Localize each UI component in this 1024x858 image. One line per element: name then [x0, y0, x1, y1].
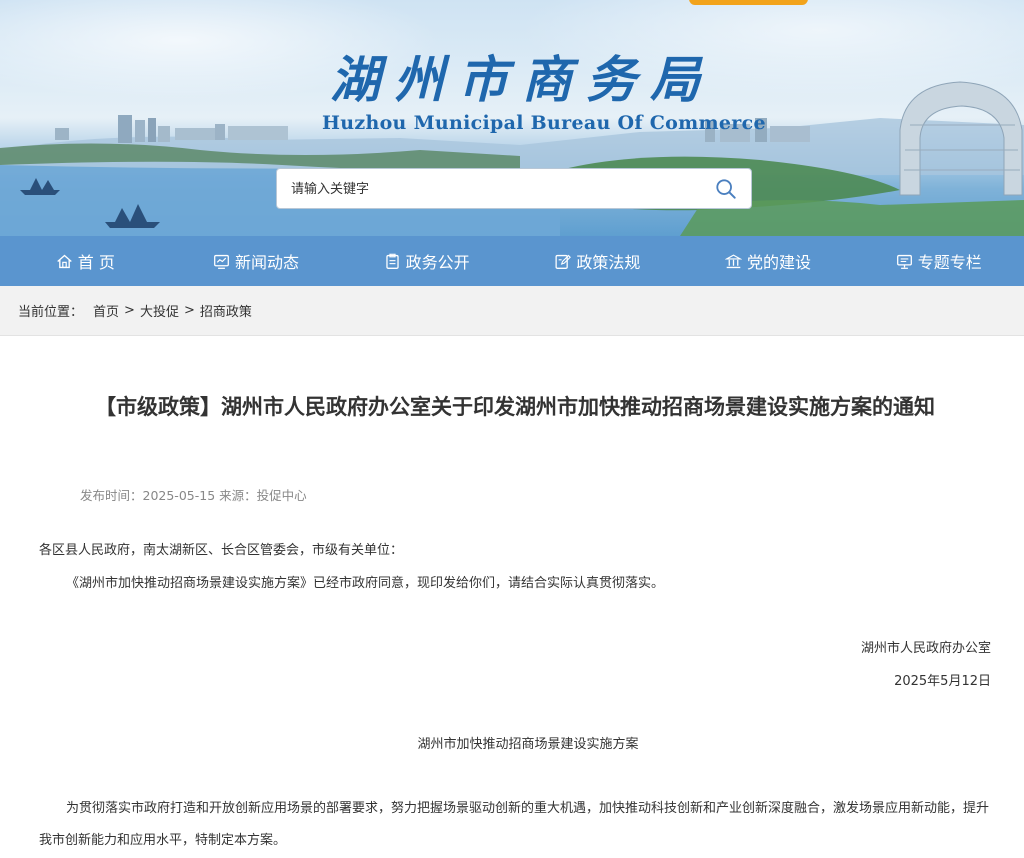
article-greeting: 各区县人民政府，南太湖新区、长合区管委会，市级有关单位： [39, 543, 404, 558]
search-icon[interactable] [715, 178, 737, 200]
search-input[interactable] [289, 169, 693, 210]
article-title: 【市级政策】湖州市人民政府办公室关于印发湖州市加快推动招商场景建设实施方案的通知 [95, 395, 935, 419]
clipboard-icon [386, 253, 399, 269]
breadcrumb: 当前位置： 首页 > 大投促 > 招商政策 [0, 286, 1024, 336]
search-box [276, 168, 752, 210]
nav-item-special[interactable]: 专题专栏 [853, 236, 1024, 286]
nav-item-party[interactable]: 党的建设 [683, 236, 854, 286]
article-date: 2025年5月12日 [894, 674, 991, 689]
breadcrumb-separator: > [183, 303, 195, 318]
article-body-paragraph: 为贯彻落实市政府打造和开放创新应用场景的部署要求，努力把握场景驱动创新的重大机遇… [66, 801, 990, 816]
nav-label: 新闻动态 [235, 253, 300, 272]
site-subtitle: Huzhou Municipal Bureau Of Commerce [322, 112, 766, 134]
breadcrumb-item-policy[interactable]: 招商政策 [200, 301, 252, 320]
breadcrumb-item-investment[interactable]: 大投促 [140, 301, 179, 320]
article-body-paragraph: 我市创新能力和应用水平，特制定本方案。 [39, 833, 287, 848]
nav-label: 首 页 [77, 253, 115, 272]
nav-item-news[interactable]: 新闻动态 [171, 236, 342, 286]
edit-icon [555, 254, 572, 269]
nav-label: 政策法规 [576, 253, 641, 272]
article-body-paragraph: 《湖州市加快推动招商场景建设实施方案》已经市政府同意，现印发给你们，请结合实际认… [66, 576, 665, 591]
nav-item-home[interactable]: 首 页 [0, 236, 171, 286]
building-icon [725, 253, 743, 268]
article-signature: 湖州市人民政府办公室 [860, 641, 991, 656]
site-title: 湖州市商务局 [330, 50, 714, 109]
article-subtitle: 湖州市加快推动招商场景建设实施方案 [417, 737, 639, 752]
nav-label: 党的建设 [747, 253, 812, 272]
nav-item-gov-affairs[interactable]: 政务公开 [341, 236, 512, 286]
nav-label: 政务公开 [405, 253, 470, 272]
breadcrumb-separator: > [124, 303, 135, 318]
main-nav: 首 页 新闻动态 政务公开 政策法规 党的建设 专题专栏 [0, 236, 1024, 286]
header-banner: 湖州市商务局 Huzhou Municipal Bureau Of Commer… [0, 0, 1024, 236]
article-meta: 发布时间：2025-05-15 来源：投促中心 [80, 488, 307, 503]
nav-item-policy[interactable]: 政策法规 [512, 236, 683, 286]
home-icon [57, 254, 72, 268]
breadcrumb-label: 当前位置： [18, 305, 84, 320]
chart-icon [214, 254, 229, 269]
breadcrumb-item-home[interactable]: 首页 [93, 301, 119, 320]
monitor-icon [896, 254, 912, 269]
nav-label: 专题专栏 [917, 253, 982, 272]
top-accent-tab [689, 0, 808, 5]
